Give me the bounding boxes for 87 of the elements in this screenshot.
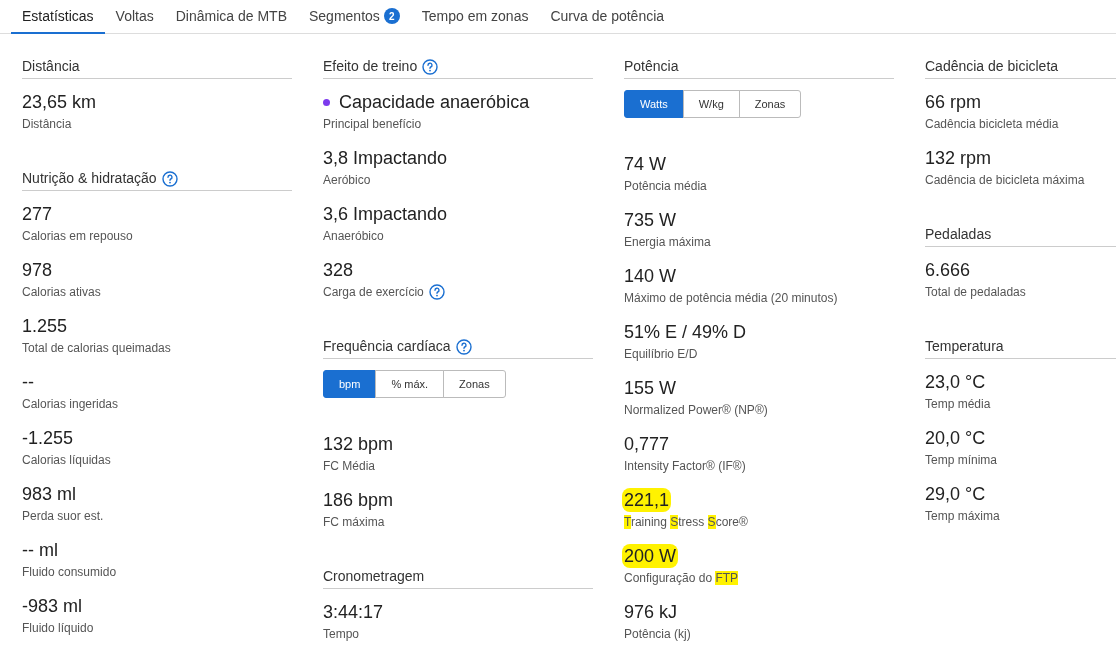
tab[interactable]: Curva de potência bbox=[539, 0, 676, 34]
stat-label: Cadência de bicicleta máxima bbox=[925, 172, 1085, 188]
stat-value: 976 kJ bbox=[624, 601, 678, 624]
stat-label: Fluido líquido bbox=[22, 620, 94, 636]
tab[interactable]: Estatísticas bbox=[11, 0, 105, 34]
toggle-button[interactable]: W/kg bbox=[682, 90, 740, 118]
section-title: Potência bbox=[624, 57, 679, 76]
stat-label: Total de calorias queimadas bbox=[22, 340, 171, 356]
stat-label: Total de pedaladas bbox=[925, 284, 1026, 300]
stat-label: Perda suor est. bbox=[22, 508, 104, 524]
stat-value: 132 bpm bbox=[323, 433, 394, 456]
tab[interactable]: Segmentos 2 bbox=[298, 0, 411, 34]
stat-label: Potência média bbox=[624, 178, 707, 194]
stat-value: 66 rpm bbox=[925, 91, 982, 114]
stat-value: 20,0 °C bbox=[925, 427, 986, 450]
stat-value: 1.255 bbox=[22, 315, 68, 338]
stat-value: -983 ml bbox=[22, 595, 83, 618]
stat-value: 186 bpm bbox=[323, 489, 394, 512]
toggle-button[interactable]: Zonas bbox=[443, 370, 506, 398]
section-title: Cronometragem bbox=[323, 567, 425, 586]
stat-value: 51% E / 49% D bbox=[624, 321, 747, 344]
tab[interactable]: Tempo em zonas bbox=[410, 0, 540, 34]
stat-value: 735 W bbox=[624, 209, 677, 232]
toggle-button[interactable]: bpm bbox=[323, 370, 377, 398]
section-title: Nutrição & hidratação bbox=[22, 169, 157, 188]
section-title: Distância bbox=[22, 57, 80, 76]
stat-label: Equilíbrio E/D bbox=[624, 346, 698, 362]
tab[interactable]: Voltas bbox=[104, 0, 165, 34]
stat-label: Calorias em repouso bbox=[22, 228, 133, 244]
stat-label: Calorias líquidas bbox=[22, 452, 111, 468]
stat-value: 132 rpm bbox=[925, 147, 992, 170]
stat-value: 0,777 bbox=[624, 433, 670, 456]
stat-value: 983 ml bbox=[22, 483, 77, 506]
help-icon[interactable] bbox=[161, 170, 178, 187]
stat-value: 140 W bbox=[624, 265, 677, 288]
stat-value: 3,6 Impactando bbox=[323, 203, 448, 226]
help-icon[interactable] bbox=[422, 58, 439, 75]
stat-label: Calorias ativas bbox=[22, 284, 101, 300]
stat-label: FC Média bbox=[323, 458, 375, 474]
stat-value: -1.255 bbox=[22, 427, 74, 450]
stat-value: -- bbox=[22, 371, 34, 394]
stat-label: Tempo bbox=[323, 626, 360, 642]
stat-value: 221,1 bbox=[622, 488, 672, 512]
stat-label: Temp mínima bbox=[925, 452, 998, 468]
stat-value: 23,0 °C bbox=[925, 371, 986, 394]
section-title: Frequência cardíaca bbox=[323, 337, 451, 356]
stat-label: Máximo de potência média (20 minutos) bbox=[624, 290, 838, 306]
help-icon[interactable] bbox=[428, 284, 445, 300]
help-icon[interactable] bbox=[455, 338, 472, 355]
stat-value: 74 W bbox=[624, 153, 666, 176]
stat-label: Fluido consumido bbox=[22, 564, 117, 580]
stat-value: 3,8 Impactando bbox=[323, 147, 448, 170]
stat-label: Anaeróbico bbox=[323, 228, 384, 244]
toggle-button[interactable]: Watts bbox=[624, 90, 684, 118]
stat-value: 277 bbox=[22, 203, 53, 226]
stat-value: 23,65 km bbox=[22, 91, 97, 114]
section-title: Pedaladas bbox=[925, 225, 992, 244]
stat-value: Capacidade anaeróbica bbox=[339, 91, 530, 114]
stat-label: Normalized Power® (NP®) bbox=[624, 402, 768, 418]
toggle-button[interactable]: % máx. bbox=[375, 370, 445, 398]
stat-label: Calorias ingeridas bbox=[22, 396, 119, 412]
stat-label: Configuração do FTP bbox=[624, 570, 739, 586]
section-title: Efeito de treino bbox=[323, 57, 418, 76]
stat-label: Cadência bicicleta média bbox=[925, 116, 1059, 132]
stat-label: Intensity Factor® (IF®) bbox=[624, 458, 746, 474]
section-title: Temperatura bbox=[925, 337, 1004, 356]
stat-label: Temp média bbox=[925, 396, 991, 412]
stat-label: Distância bbox=[22, 116, 72, 132]
stat-value: -- ml bbox=[22, 539, 58, 562]
stat-label: Energia máxima bbox=[624, 234, 711, 250]
stat-label: Potência (kj) bbox=[624, 626, 691, 642]
stat-value: 200 W bbox=[622, 544, 679, 568]
section-title: Cadência de bicicleta bbox=[925, 57, 1059, 76]
stat-value: 6.666 bbox=[925, 259, 971, 282]
stat-value: 29,0 °C bbox=[925, 483, 986, 506]
count-badge: 2 bbox=[383, 8, 400, 24]
stat-label: Carga de exercício bbox=[323, 284, 424, 300]
stat-value: 978 bbox=[22, 259, 53, 282]
stat-label: Principal benefício bbox=[323, 116, 422, 132]
stat-value: 3:44:17 bbox=[323, 601, 384, 624]
stat-label: FC máxima bbox=[323, 514, 385, 530]
tab[interactable]: Dinâmica de MTB bbox=[164, 0, 298, 34]
stat-label: Temp máxima bbox=[925, 508, 1000, 524]
stat-value: 155 W bbox=[624, 377, 677, 400]
stat-value: 328 bbox=[323, 259, 354, 282]
toggle-button[interactable]: Zonas bbox=[738, 90, 802, 118]
stat-label: Aeróbico bbox=[323, 172, 371, 188]
